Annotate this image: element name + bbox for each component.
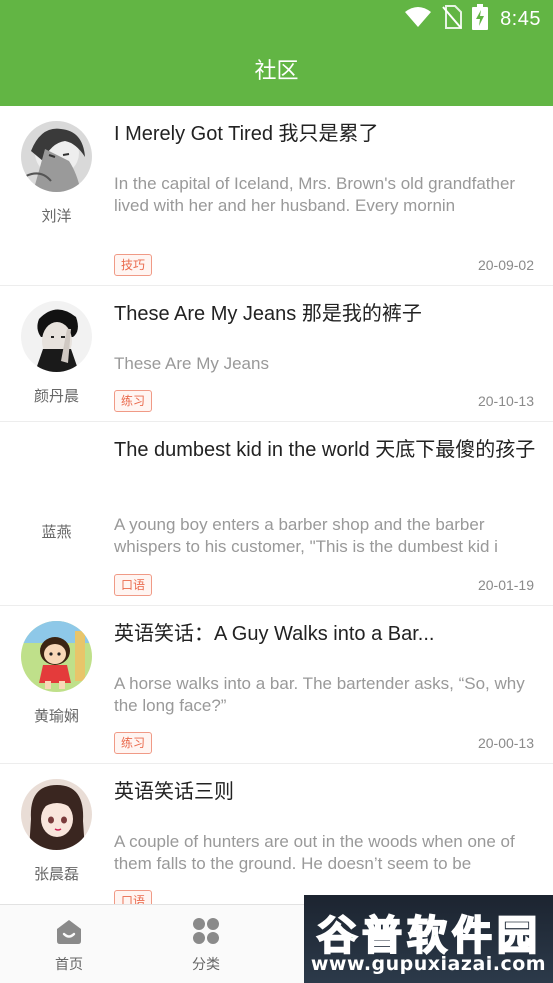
post-item[interactable]: 张晨磊 英语笑话三则 A couple of hunters are out i… — [0, 764, 553, 904]
category-tag[interactable]: 技巧 — [114, 254, 153, 276]
post-excerpt: A couple of hunters are out in the woods… — [114, 832, 515, 873]
post-excerpt: These Are My Jeans — [114, 354, 269, 373]
no-sim-icon — [442, 4, 463, 34]
battery-charging-icon — [472, 3, 489, 35]
nav-category[interactable]: 分类 — [156, 917, 256, 974]
wifi-icon — [404, 6, 432, 33]
home-icon — [55, 920, 83, 949]
post-item[interactable]: 蓝燕 The dumbest kid in the world 天底下最傻的孩子… — [0, 422, 553, 606]
author-name: 颜丹晨 — [33, 388, 79, 405]
post-title[interactable]: 英语笑话三则 — [114, 780, 539, 805]
clock: 8:45 — [500, 7, 541, 30]
post-list[interactable]: 刘洋 I Merely Got Tired 我只是累了 In the capit… — [0, 106, 553, 904]
post-date: 20-09-02 — [477, 257, 534, 273]
avatar[interactable] — [21, 121, 92, 192]
author-name: 刘洋 — [41, 208, 72, 225]
post-date: 20-00-13 — [477, 735, 534, 751]
nav-home-label: 首页 — [55, 956, 83, 972]
author-name: 蓝燕 — [41, 524, 72, 541]
category-tag[interactable]: 口语 — [114, 574, 153, 596]
post-title[interactable]: These Are My Jeans 那是我的裤子 — [114, 302, 539, 327]
post-title[interactable]: I Merely Got Tired 我只是累了 — [114, 122, 539, 147]
watermark: 谷普软件园 www.gupuxiazai.com — [304, 895, 553, 983]
app-screen: 8:45 社区 刘洋 I Merely Got Tired 我只是累了 In t… — [0, 0, 553, 983]
nav-home[interactable]: 首页 — [19, 917, 119, 974]
avatar[interactable] — [21, 437, 92, 508]
post-item[interactable]: 刘洋 I Merely Got Tired 我只是累了 In the capit… — [0, 106, 553, 286]
post-title[interactable]: 英语笑话：A Guy Walks into a Bar... — [114, 622, 539, 647]
post-excerpt: A young boy enters a barber shop and the… — [114, 515, 498, 556]
category-tag[interactable]: 口语 — [114, 890, 153, 904]
nav-category-label: 分类 — [192, 956, 220, 972]
post-title[interactable]: The dumbest kid in the world 天底下最傻的孩子 — [114, 438, 539, 463]
post-item[interactable]: 颜丹晨 These Are My Jeans 那是我的裤子 These Are … — [0, 286, 553, 422]
category-tag[interactable]: 练习 — [114, 732, 153, 754]
category-tag[interactable]: 练习 — [114, 390, 153, 412]
avatar[interactable] — [21, 779, 92, 850]
post-item[interactable]: 黄瑜娴 英语笑话：A Guy Walks into a Bar... A hor… — [0, 606, 553, 764]
watermark-url: www.gupuxiazai.com — [310, 953, 547, 975]
post-excerpt: In the capital of Iceland, Mrs. Brown's … — [114, 174, 516, 215]
app-header: 8:45 社区 — [0, 0, 553, 106]
post-date: 20-10-13 — [477, 393, 534, 409]
page-title: 社区 — [254, 58, 299, 83]
avatar[interactable] — [21, 301, 92, 372]
post-date: 20-01-19 — [477, 577, 534, 593]
grid-icon — [192, 918, 220, 949]
post-excerpt: A horse walks into a bar. The bartender … — [114, 674, 525, 715]
author-name: 张晨磊 — [33, 866, 79, 883]
avatar[interactable] — [21, 621, 92, 692]
author-name: 黄瑜娴 — [33, 708, 79, 725]
status-bar: 8:45 — [0, 0, 553, 38]
